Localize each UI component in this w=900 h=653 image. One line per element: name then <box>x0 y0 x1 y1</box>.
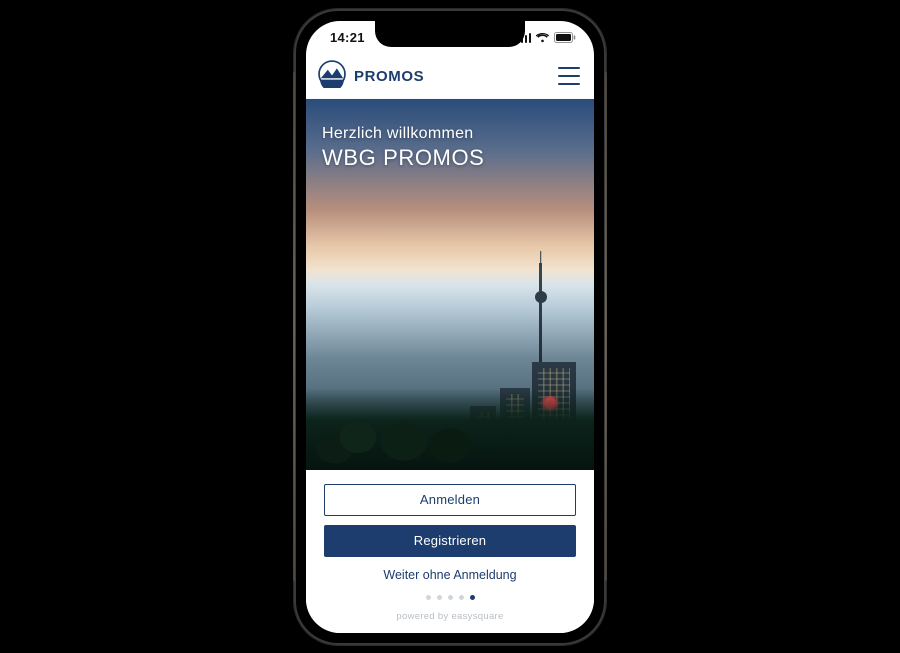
action-panel: Anmelden Registrieren Weiter ohne Anmeld… <box>306 470 594 633</box>
page-dot[interactable] <box>437 595 442 600</box>
continue-without-login-link[interactable]: Weiter ohne Anmeldung <box>324 566 576 586</box>
page-dot[interactable] <box>426 595 431 600</box>
screen: 14:21 <box>306 21 594 633</box>
login-button[interactable]: Anmelden <box>324 484 576 516</box>
hamburger-menu-icon[interactable] <box>558 67 580 85</box>
register-button[interactable]: Registrieren <box>324 525 576 557</box>
brand: PROMOS <box>318 60 424 93</box>
city-illustration <box>306 254 594 469</box>
trees <box>306 388 594 470</box>
hero-subtitle: Herzlich willkommen <box>322 125 578 143</box>
status-indicators <box>517 32 576 43</box>
page-dot[interactable] <box>459 595 464 600</box>
hero-image: Herzlich willkommen WBG PROMOS <box>306 99 594 470</box>
app-header: PROMOS <box>306 55 594 99</box>
brand-name: PROMOS <box>354 68 424 85</box>
page-dot[interactable] <box>470 595 475 600</box>
page-indicator[interactable] <box>324 595 576 602</box>
hero-title-block: Herzlich willkommen WBG PROMOS <box>322 125 578 171</box>
brand-logo-icon <box>318 60 346 93</box>
phone-frame: 14:21 <box>294 9 606 645</box>
page-dot[interactable] <box>448 595 453 600</box>
notch <box>375 21 525 47</box>
powered-by-label: powered by easysquare <box>324 611 576 625</box>
battery-icon <box>554 32 576 43</box>
hero-title: WBG PROMOS <box>322 145 578 171</box>
wifi-icon <box>535 32 550 43</box>
status-time: 14:21 <box>330 30 365 45</box>
